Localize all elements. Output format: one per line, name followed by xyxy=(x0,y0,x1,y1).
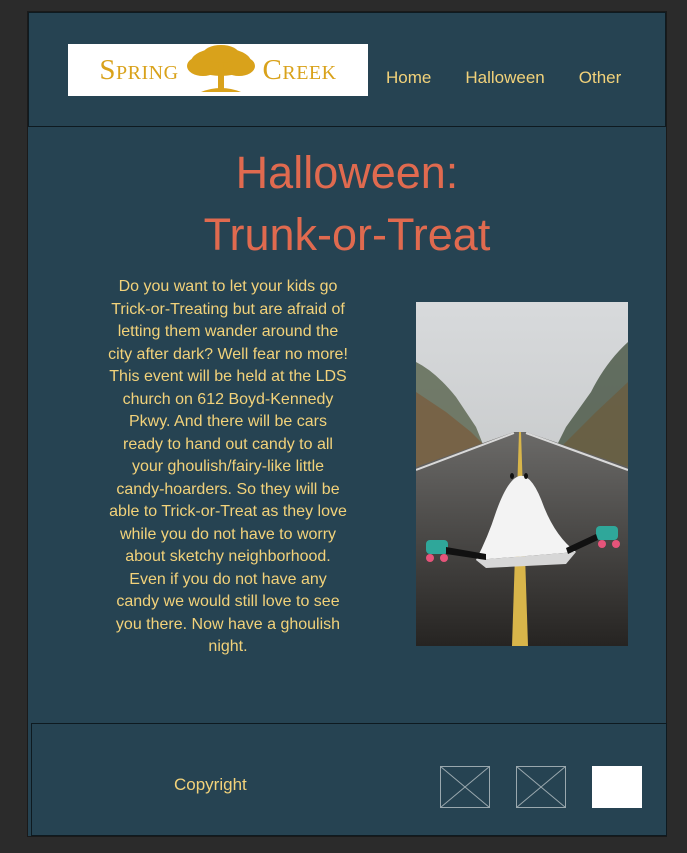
nav-item-halloween[interactable]: Halloween xyxy=(465,68,544,88)
main-nav: Home Halloween Other xyxy=(386,68,655,88)
tree-logo-icon xyxy=(186,45,255,92)
image-placeholder-icon[interactable] xyxy=(440,766,490,808)
spring-creek-logo[interactable]: Spring Creek xyxy=(68,44,368,96)
blank-icon[interactable] xyxy=(592,766,642,808)
nav-item-other[interactable]: Other xyxy=(579,68,622,88)
page-artboard: Spring Creek Home Halloween Other Hallow… xyxy=(28,12,667,836)
page-title-line2: Trunk-or-Treat xyxy=(203,209,491,260)
logo-word-right: Creek xyxy=(262,53,337,86)
ghost-road-photo xyxy=(416,302,628,646)
page-title: Halloween: Trunk-or-Treat xyxy=(28,142,666,266)
page-title-line1: Halloween: xyxy=(235,147,459,198)
footer: Copyright xyxy=(31,723,667,836)
event-description: Do you want to let your kids go Trick-or… xyxy=(108,278,348,655)
ghost-road-image xyxy=(416,302,628,646)
image-placeholder-icon[interactable] xyxy=(516,766,566,808)
header: Spring Creek Home Halloween Other xyxy=(28,12,666,127)
nav-item-home[interactable]: Home xyxy=(386,68,431,88)
copyright-text: Copyright xyxy=(174,775,247,794)
logo-word-left: Spring xyxy=(99,53,179,86)
